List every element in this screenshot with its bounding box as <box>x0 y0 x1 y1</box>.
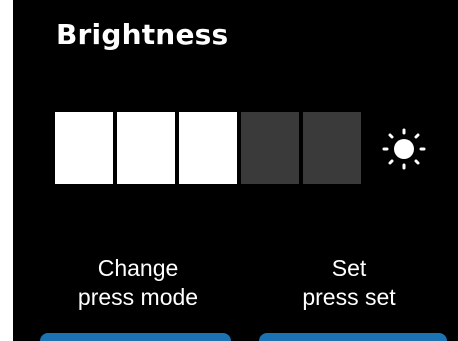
mode-softkey-button[interactable] <box>40 333 231 341</box>
sun-icon <box>382 128 426 170</box>
brightness-segment-3 <box>179 112 237 184</box>
brightness-segment-1 <box>55 112 113 184</box>
change-hint-line2: press mode <box>77 284 199 310</box>
set-softkey-button[interactable] <box>259 333 447 341</box>
brightness-segment-5 <box>303 112 361 184</box>
set-hint: Set press set <box>259 254 439 312</box>
brightness-segment-2 <box>117 112 175 184</box>
change-hint-line1: Change <box>97 255 179 281</box>
set-hint-line2: press set <box>302 284 396 310</box>
set-hint-line1: Set <box>331 255 367 281</box>
brightness-screen: Brightness Change press mode Set press s… <box>13 0 458 341</box>
page-title: Brightness <box>56 18 229 51</box>
brightness-level-bar[interactable] <box>55 112 361 184</box>
change-hint: Change press mode <box>53 254 223 312</box>
brightness-segment-4 <box>241 112 299 184</box>
